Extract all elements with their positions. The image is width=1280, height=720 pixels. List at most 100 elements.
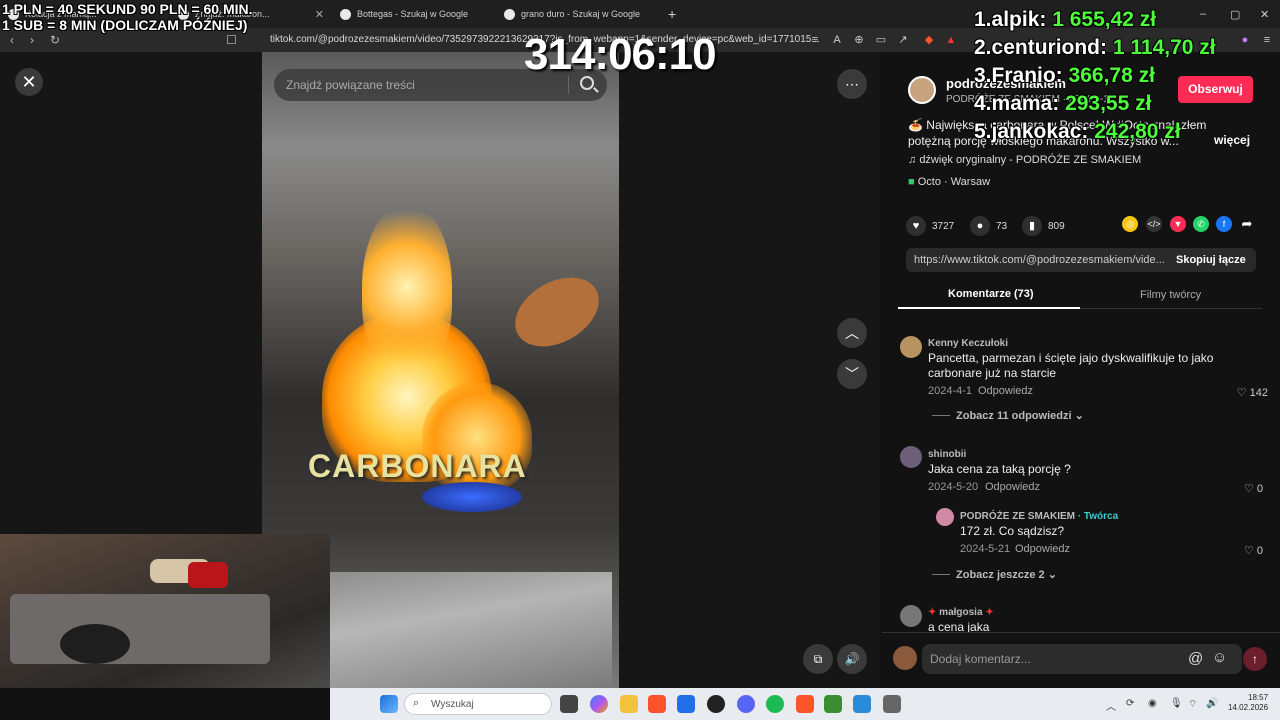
close-window-button[interactable]: ✕ [1252, 3, 1277, 25]
embed-icon[interactable]: </> [1146, 216, 1162, 232]
maximize-button[interactable]: ▢ [1222, 3, 1248, 25]
google-icon [340, 8, 351, 20]
comment-input[interactable]: Dodaj komentarz... @ ☺ [922, 644, 1242, 674]
avatar[interactable] [900, 446, 922, 468]
discord-icon[interactable] [737, 695, 755, 713]
wooden-spoon [503, 263, 611, 361]
link-bar: https://www.tiktok.com/@podrozezesmakiem… [906, 248, 1256, 272]
tab-comments[interactable]: Komentarze (73) [948, 288, 1034, 300]
like-stat[interactable]: ♥ 3727 [906, 216, 954, 236]
tab-close-icon[interactable]: ✕ [315, 8, 324, 21]
tray-chevron-icon[interactable]: ︿ [1106, 698, 1116, 713]
brave-shield-icon[interactable]: ◆ [922, 33, 936, 47]
system-clock[interactable]: 18:57 14.02.2026 [1228, 693, 1268, 713]
browser-tab[interactable]: Bottegas - Szukaj w Google [332, 3, 492, 25]
comment-author[interactable]: ✦ małgosia ✦ [928, 607, 994, 618]
coin-share-icon[interactable]: ◎ [1122, 216, 1138, 232]
comment-author[interactable]: Kenny Keczułoki [928, 338, 1008, 349]
more-options-button[interactable]: ⋯ [837, 69, 867, 99]
sound-label: dźwięk oryginalny - PODRÓŻE ZE SMAKIEM [919, 154, 1142, 166]
reply-button[interactable]: Odpowiedz [985, 481, 1040, 493]
save-count: 809 [1048, 220, 1065, 232]
share-arrow-icon[interactable]: ➦ [1239, 216, 1255, 232]
leaderboard-row: 2.centuriond: 1 114,70 zł [974, 34, 1216, 62]
comment-like[interactable]: ♡ 0 [1227, 544, 1263, 557]
save-stat[interactable]: ▮ 809 [1022, 216, 1065, 236]
volume-icon[interactable]: 🔊 [1206, 698, 1218, 709]
creator-avatar[interactable] [908, 76, 936, 104]
volume-button[interactable]: 🔊 [837, 644, 867, 674]
calculator-icon[interactable] [883, 695, 901, 713]
comment-author[interactable]: PODRÓŻE ZE SMAKIEM · Twórca [960, 511, 1118, 522]
view-replies-button[interactable]: Zobacz 11 odpowiedzi ⌄ [956, 409, 1084, 422]
brave-browser-icon[interactable] [648, 695, 666, 713]
avatar[interactable] [900, 336, 922, 358]
location-icon: ■ [908, 176, 918, 188]
location-row[interactable]: ■ Octo · Warsaw [908, 176, 990, 188]
previous-video-button[interactable]: ︿ [837, 318, 867, 348]
share-icon[interactable]: ↗ [896, 33, 910, 47]
browser-tab[interactable]: grano duro - Szukaj w Google [496, 3, 656, 25]
copy-link-button[interactable]: Skopiuj łącze [1176, 254, 1246, 266]
file-explorer-icon[interactable] [620, 695, 638, 713]
comment-like[interactable]: ♡ 142 [1232, 386, 1268, 399]
next-video-button[interactable]: ﹀ [837, 359, 867, 389]
rank: 3. [974, 64, 992, 87]
taskbar-search[interactable]: ⌕ Wyszukaj [404, 693, 552, 715]
search-placeholder: Znajdź powiązane treści [286, 78, 415, 92]
chevron-down-icon: ⌄ [1047, 569, 1057, 581]
reader-icon[interactable]: ≡ [808, 33, 822, 47]
store-icon[interactable] [677, 695, 695, 713]
notepad-icon[interactable] [853, 695, 871, 713]
pip-button[interactable]: ⧉ [803, 644, 833, 674]
send-comment-button[interactable]: ↑ [1243, 647, 1267, 671]
emoji-icon[interactable]: ☺ [1212, 649, 1227, 666]
reply-button[interactable]: Odpowiedz [978, 385, 1033, 397]
zoom-icon[interactable]: ⊕ [852, 33, 866, 47]
sparkle-icon: ✦ [928, 607, 937, 618]
spotify-icon[interactable] [766, 695, 784, 713]
donor-name: Franio: [991, 64, 1063, 87]
subathon-timer: 314:06:10 [524, 30, 717, 79]
view-more-replies-button[interactable]: Zobacz jeszcze 2 ⌄ [956, 568, 1057, 581]
forward-icon[interactable]: › [30, 33, 34, 47]
donation-amount: 242,80 zł [1094, 120, 1181, 143]
extension-icon[interactable]: ● [1238, 33, 1252, 47]
tray-sync-icon[interactable]: ⟳ [1126, 698, 1134, 709]
avatar[interactable] [900, 605, 922, 627]
task-view-icon[interactable] [560, 695, 578, 713]
post-link[interactable]: https://www.tiktok.com/@podrozezesmakiem… [914, 254, 1165, 266]
windows-start-icon[interactable] [380, 695, 398, 713]
menu-icon[interactable]: ≡ [1260, 33, 1274, 47]
rewards-icon[interactable]: ▲ [944, 33, 958, 47]
cast-icon[interactable]: ▭ [874, 33, 888, 47]
sound-row[interactable]: ♫ dźwięk oryginalny - PODRÓŻE ZE SMAKIEM [908, 154, 1141, 166]
comment-stat[interactable]: ● 73 [970, 216, 1007, 236]
facebook-icon[interactable]: f [1216, 216, 1232, 232]
back-icon[interactable]: ‹ [10, 33, 14, 47]
chevron-down-icon: ⌄ [1074, 410, 1084, 422]
brave-window-icon[interactable] [796, 695, 814, 713]
obs-icon[interactable] [707, 695, 725, 713]
close-video-button[interactable]: ✕ [15, 68, 43, 96]
copilot-icon[interactable] [590, 695, 608, 713]
new-tab-button[interactable]: + [660, 3, 680, 25]
mention-icon[interactable]: @ [1188, 650, 1203, 667]
reload-icon[interactable]: ↻ [50, 33, 60, 47]
reply-button[interactable]: Odpowiedz [1015, 543, 1070, 555]
more-description-link[interactable]: więcej [1214, 133, 1250, 147]
donor-name: mama: [991, 92, 1060, 115]
comment-author[interactable]: shinobii [928, 449, 966, 460]
whatsapp-icon[interactable]: ✆ [1193, 216, 1209, 232]
tray-app-icon[interactable]: ◉ [1148, 698, 1157, 709]
avatar[interactable] [936, 508, 954, 526]
comment-text: carbonare już na starcie [928, 366, 1057, 380]
comment-like[interactable]: ♡ 0 [1227, 482, 1263, 495]
send-to-friend-icon[interactable]: ▼ [1170, 216, 1186, 232]
tab-creator-videos[interactable]: Filmy twórcy [1140, 289, 1201, 301]
network-icon[interactable]: ⌔ [1188, 698, 1197, 711]
microphone-icon[interactable]: 🎙 [1170, 698, 1183, 709]
translate-icon[interactable]: A [830, 33, 844, 47]
minecraft-icon[interactable] [824, 695, 842, 713]
bookmark-icon[interactable]: ☐ [226, 33, 237, 47]
